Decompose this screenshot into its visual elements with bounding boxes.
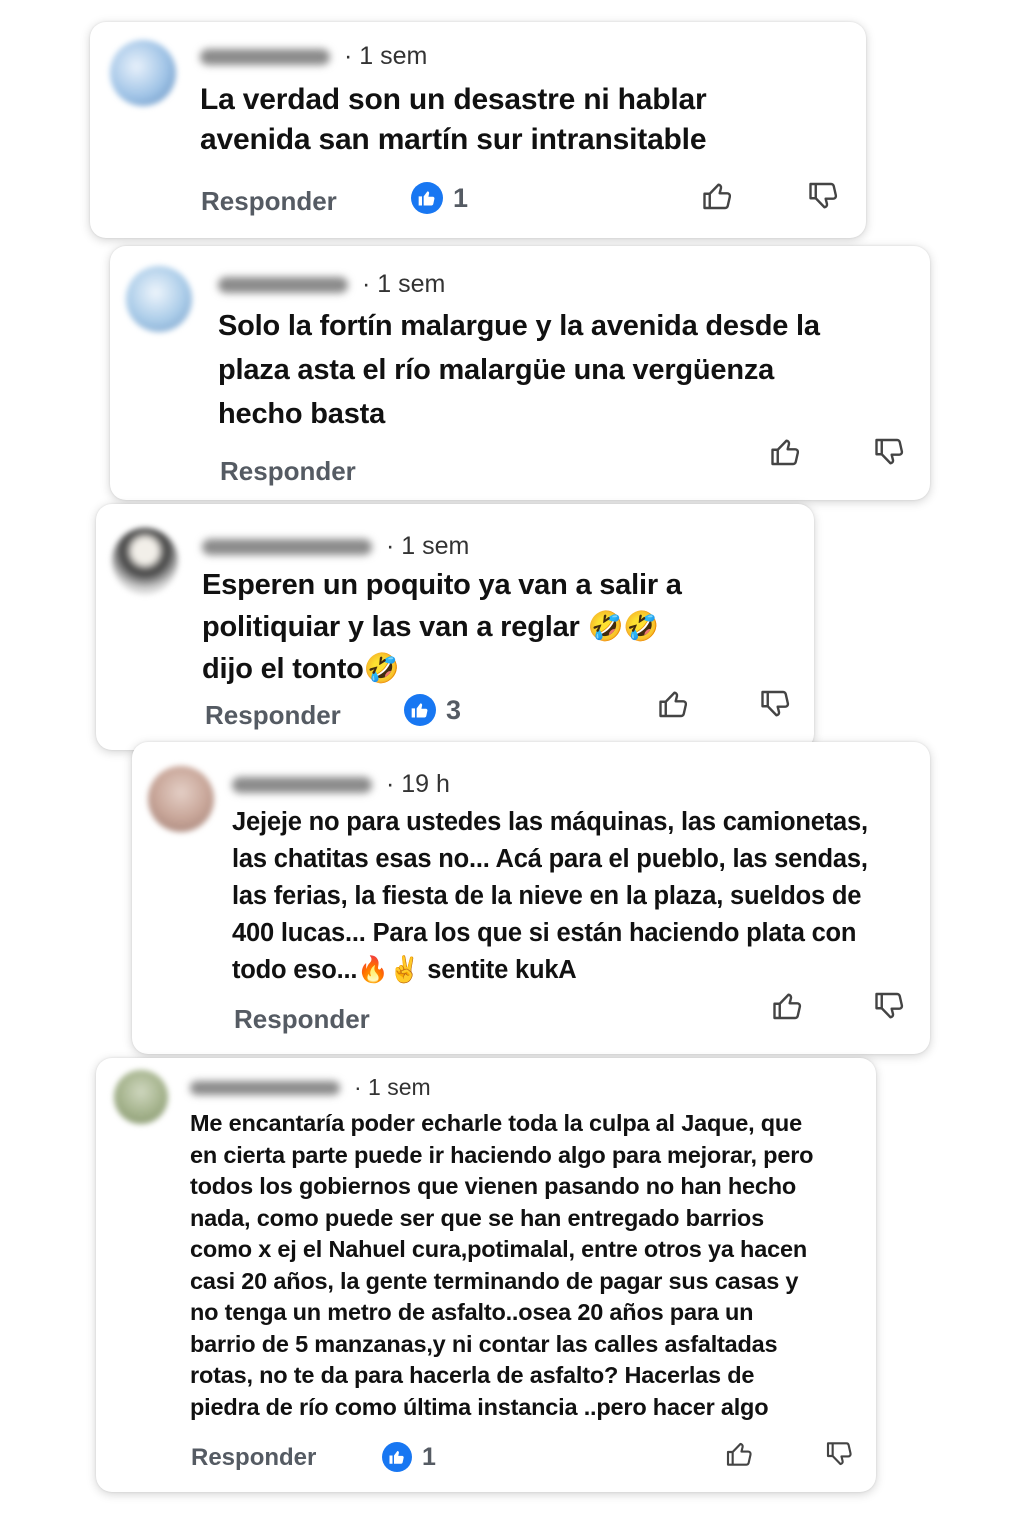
thumbs-up-outline-icon[interactable] bbox=[656, 686, 692, 722]
comment-text: Esperen un poquito ya van a salir a poli… bbox=[202, 569, 682, 685]
like-count-value: 1 bbox=[453, 182, 469, 213]
like-count[interactable]: 3 bbox=[404, 694, 461, 726]
avatar[interactable] bbox=[148, 766, 214, 832]
comment-time[interactable]: · 1 sem bbox=[344, 42, 427, 71]
thumbs-down-outline-icon[interactable] bbox=[872, 988, 908, 1024]
comment-card: · 1 sem Me encantaría poder echarle toda… bbox=[96, 1058, 876, 1492]
reply-button[interactable]: Responder bbox=[220, 456, 356, 487]
reply-button[interactable]: Responder bbox=[205, 700, 341, 731]
avatar[interactable] bbox=[112, 528, 178, 594]
comment-time[interactable]: · 1 sem bbox=[362, 270, 445, 299]
thumbs-up-outline-icon[interactable] bbox=[768, 434, 804, 470]
comment-time[interactable]: · 1 sem bbox=[386, 532, 469, 561]
comment-meta: · 1 sem bbox=[202, 532, 469, 561]
reply-button[interactable]: Responder bbox=[201, 186, 337, 217]
thumbs-up-outline-icon[interactable] bbox=[770, 988, 806, 1024]
thumbs-down-outline-icon[interactable] bbox=[872, 434, 908, 470]
thumbs-down-outline-icon[interactable] bbox=[824, 1438, 856, 1470]
comment-text: Solo la fortín malargue y la avenida des… bbox=[218, 310, 820, 430]
comment-card: · 1 sem La verdad son un desastre ni hab… bbox=[90, 22, 866, 238]
like-count[interactable]: 1 bbox=[382, 1442, 436, 1472]
avatar[interactable] bbox=[114, 1070, 168, 1124]
thumbs-down-outline-icon[interactable] bbox=[758, 686, 794, 722]
comment-time[interactable]: · 1 sem bbox=[354, 1074, 431, 1101]
avatar[interactable] bbox=[110, 40, 176, 106]
reply-button[interactable]: Responder bbox=[234, 1004, 370, 1035]
comment-meta: · 1 sem bbox=[190, 1074, 431, 1101]
author-name-blurred[interactable] bbox=[190, 1080, 340, 1095]
like-count-value: 1 bbox=[422, 1442, 436, 1471]
thumbs-up-icon bbox=[404, 694, 436, 726]
comment-meta: · 19 h bbox=[232, 770, 450, 799]
comment-card: · 19 h Jejeje no para ustedes las máquin… bbox=[132, 742, 930, 1054]
thumbs-up-icon bbox=[382, 1442, 412, 1472]
comment-meta: · 1 sem bbox=[200, 42, 427, 71]
comment-text: Me encantaría poder echarle toda la culp… bbox=[190, 1110, 814, 1420]
like-count[interactable]: 1 bbox=[411, 182, 468, 214]
author-name-blurred[interactable] bbox=[232, 776, 372, 793]
comment-card: · 1 sem Esperen un poquito ya van a sali… bbox=[96, 504, 814, 750]
comment-meta: · 1 sem bbox=[218, 270, 445, 299]
comment-text: Jejeje no para ustedes las máquinas, las… bbox=[232, 808, 868, 984]
author-name-blurred[interactable] bbox=[202, 538, 372, 555]
reply-button[interactable]: Responder bbox=[191, 1444, 316, 1472]
avatar[interactable] bbox=[126, 266, 192, 332]
like-count-value: 3 bbox=[446, 694, 462, 725]
comment-time[interactable]: · 19 h bbox=[386, 770, 450, 799]
comment-card: · 1 sem Solo la fortín malargue y la ave… bbox=[110, 246, 930, 500]
comment-text: La verdad son un desastre ni hablar aven… bbox=[200, 83, 707, 156]
thumbs-up-outline-icon[interactable] bbox=[724, 1438, 756, 1470]
author-name-blurred[interactable] bbox=[200, 48, 330, 65]
thumbs-up-outline-icon[interactable] bbox=[700, 178, 736, 214]
thumbs-down-outline-icon[interactable] bbox=[806, 178, 842, 214]
author-name-blurred[interactable] bbox=[218, 276, 348, 293]
thumbs-up-icon bbox=[411, 182, 443, 214]
